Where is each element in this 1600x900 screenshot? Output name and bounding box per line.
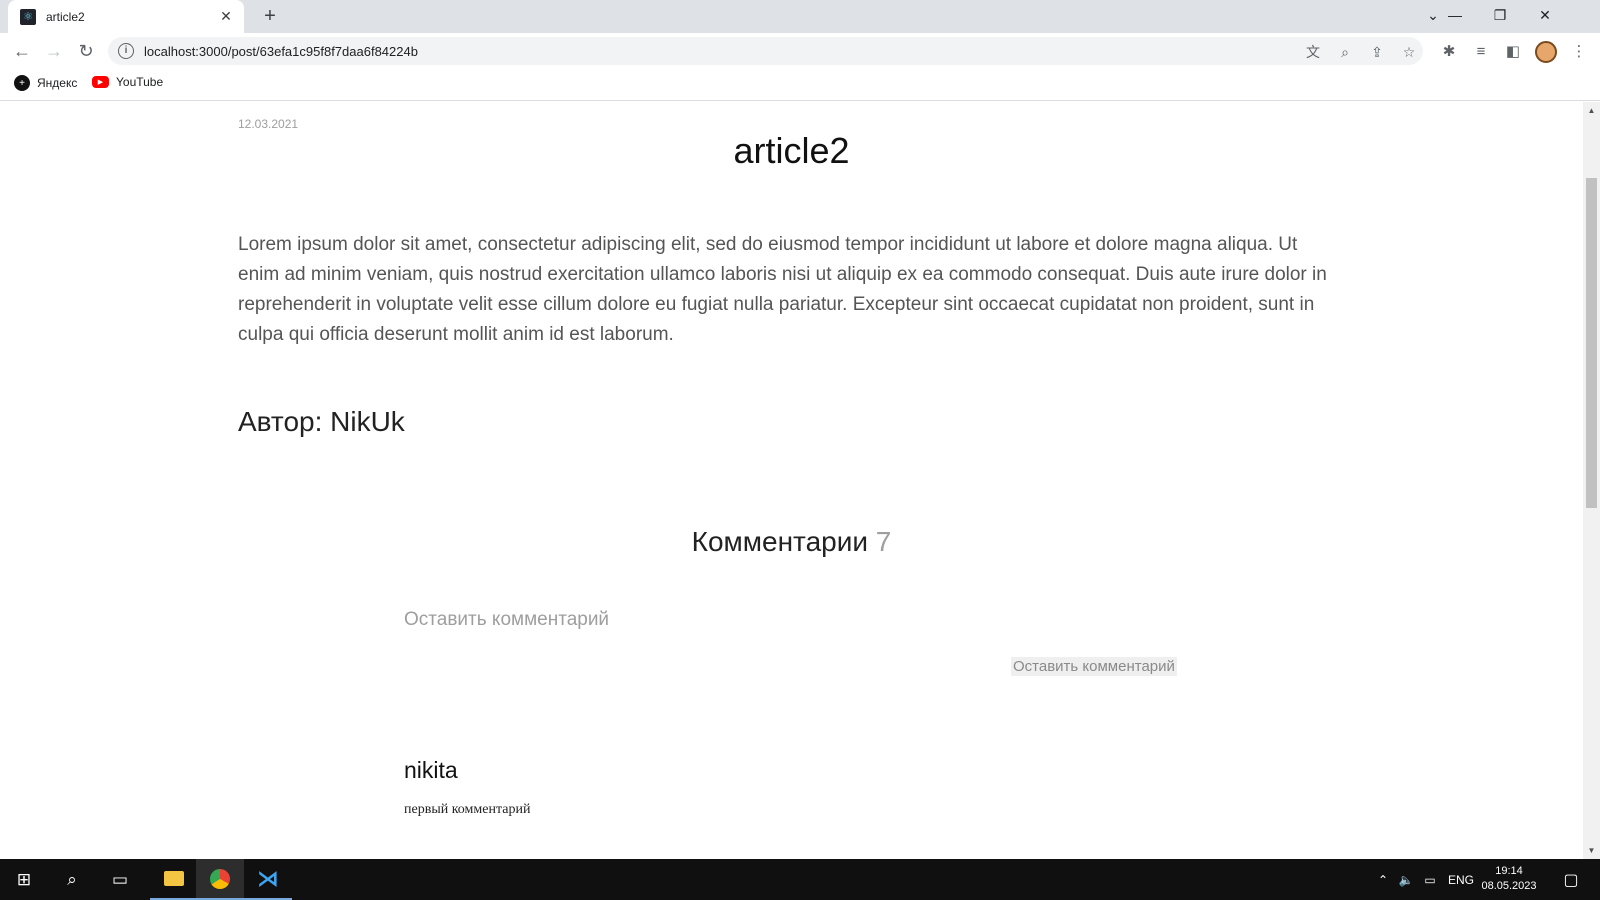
post-body: Lorem ipsum dolor sit amet, consectetur … bbox=[238, 234, 1327, 345]
menu-kebab-icon[interactable]: ⋮ bbox=[1568, 41, 1590, 63]
vscode-icon[interactable]: ⋊ bbox=[244, 859, 292, 900]
new-tab-button[interactable]: + bbox=[258, 4, 282, 28]
scroll-down-arrow-icon[interactable]: ▼ bbox=[1583, 842, 1600, 859]
comments-count: 7 bbox=[875, 526, 892, 557]
yandex-icon: + bbox=[14, 75, 30, 91]
profile-avatar[interactable] bbox=[1535, 41, 1557, 63]
file-explorer-icon[interactable] bbox=[150, 859, 198, 900]
bookmark-star-icon[interactable]: ☆ bbox=[1398, 41, 1420, 63]
browser-toolbar: ← → ↻ i localhost:3000/post/63efa1c95f8f… bbox=[0, 33, 1600, 69]
tab-article2[interactable]: ⚛ article2 ✕ bbox=[8, 0, 244, 33]
address-bar[interactable]: i localhost:3000/post/63efa1c95f8f7daa6f… bbox=[108, 37, 1423, 65]
site-info-icon[interactable]: i bbox=[118, 43, 134, 59]
tray-expand-icon[interactable]: ⌃ bbox=[1374, 859, 1392, 900]
url-text: localhost:3000/post/63efa1c95f8f7daa6f84… bbox=[144, 43, 418, 59]
windows-start-icon[interactable]: ⊞ bbox=[0, 859, 48, 900]
comments-heading: Комментарии 7 bbox=[0, 526, 1583, 558]
forward-button[interactable]: → bbox=[42, 39, 66, 63]
tab-strip: ⚛ article2 ✕ + ⌄ — ❐ ✕ bbox=[0, 0, 1600, 33]
submit-comment-button[interactable]: Оставить комментарий bbox=[1011, 657, 1177, 676]
notifications-icon[interactable]: ▢ bbox=[1556, 859, 1586, 900]
scroll-up-arrow-icon[interactable]: ▲ bbox=[1583, 102, 1600, 119]
post-date: 12.03.2021 bbox=[238, 117, 299, 131]
system-clock[interactable]: 19:14 08.05.2023 bbox=[1476, 864, 1542, 894]
youtube-icon: ▶ bbox=[92, 76, 109, 88]
page-viewport: 12.03.2021 article2 Lorem ipsum dolor si… bbox=[0, 102, 1583, 859]
language-indicator[interactable]: ENG bbox=[1446, 859, 1476, 900]
clock-date: 08.05.2023 bbox=[1481, 880, 1537, 892]
comment-author: nikita bbox=[404, 757, 458, 783]
minimize-button[interactable]: — bbox=[1432, 0, 1478, 30]
react-favicon-icon: ⚛ bbox=[20, 8, 36, 25]
back-button[interactable]: ← bbox=[10, 39, 34, 63]
translate-icon[interactable]: ⽂ bbox=[1302, 41, 1324, 63]
post-title: article2 bbox=[733, 130, 850, 171]
side-panel-icon[interactable]: ◧ bbox=[1502, 41, 1524, 63]
zoom-icon[interactable]: ⌕ bbox=[1334, 41, 1356, 63]
volume-icon[interactable]: 🔈 bbox=[1396, 859, 1416, 900]
search-icon[interactable]: ⌕ bbox=[48, 859, 96, 900]
bookmark-label: YouTube bbox=[116, 75, 164, 89]
scrollbar-thumb[interactable] bbox=[1586, 178, 1597, 508]
bookmark-yandex[interactable]: + Яндекс bbox=[14, 75, 77, 91]
comment-text: первый комментарий bbox=[404, 802, 531, 817]
bookmarks-bar: + Яндекс ▶ YouTube bbox=[0, 69, 1600, 101]
network-icon[interactable]: ▭ bbox=[1420, 859, 1440, 900]
bookmark-label: Яндекс bbox=[37, 76, 78, 90]
taskbar: ⊞ ⌕ ▭ ⋊ ⌃ 🔈 ▭ ENG 19:14 08.05.2023 ▢ bbox=[0, 859, 1600, 900]
share-icon[interactable]: ⇪ bbox=[1366, 41, 1388, 63]
comments-heading-label: Комментарии bbox=[691, 526, 868, 557]
comment-input[interactable] bbox=[404, 600, 1184, 640]
tab-title: article2 bbox=[46, 9, 85, 24]
post-author: Автор: NikUk bbox=[238, 406, 405, 437]
bookmark-youtube[interactable]: ▶ YouTube bbox=[92, 75, 163, 89]
close-tab-icon[interactable]: ✕ bbox=[218, 8, 234, 25]
reading-list-icon[interactable]: ≡ bbox=[1470, 41, 1492, 63]
clock-time: 19:14 bbox=[1495, 865, 1523, 877]
extensions-icon[interactable]: ✱ bbox=[1438, 41, 1460, 63]
chrome-icon[interactable] bbox=[196, 859, 244, 900]
close-window-button[interactable]: ✕ bbox=[1522, 0, 1568, 30]
reload-button[interactable]: ↻ bbox=[74, 39, 98, 63]
task-view-icon[interactable]: ▭ bbox=[96, 859, 144, 900]
restore-button[interactable]: ❐ bbox=[1477, 0, 1523, 30]
